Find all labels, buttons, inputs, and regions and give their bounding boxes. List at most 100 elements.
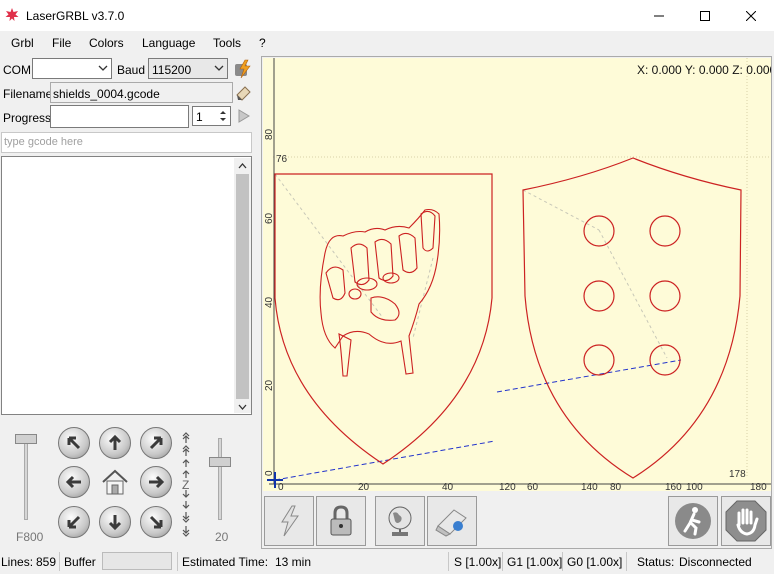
estimated-time-label: Estimated Time: [182, 555, 269, 569]
y-tick-0: 0 [264, 470, 275, 476]
open-file-icon[interactable] [235, 84, 253, 102]
laser-fire-button[interactable] [264, 496, 314, 546]
x-tick-160: 160 [665, 482, 682, 491]
jog-sw-button[interactable] [58, 506, 90, 538]
buffer-label: Buffer [64, 555, 96, 569]
arrow-up-right-icon [149, 436, 163, 450]
unlock-button[interactable] [316, 496, 366, 546]
right-annotation: 178 [729, 469, 746, 480]
minimize-button[interactable] [636, 0, 682, 31]
status-label: Status: [637, 555, 675, 569]
menu-help[interactable]: ? [259, 36, 266, 50]
arrow-right-icon [149, 475, 165, 489]
x-tick-180: 180 [750, 482, 767, 491]
run-icon[interactable] [236, 108, 252, 124]
estimated-time-value: 13 min [275, 555, 312, 569]
g0-override[interactable]: G0 [1.00x] [567, 555, 622, 569]
progress-bar [50, 105, 189, 128]
rapid-moves [274, 359, 682, 481]
jog-se-button[interactable] [140, 506, 172, 538]
arrow-down-icon [108, 515, 122, 531]
arrow-down-right-icon [149, 515, 163, 529]
stop-button[interactable] [721, 496, 771, 546]
home-button[interactable] [99, 466, 131, 498]
gcode-preview[interactable]: 0 20 40 60 80 100 120 140 160 180 0 20 4… [263, 58, 774, 493]
arrow-down-left-icon [67, 515, 81, 529]
progress-label: Progress [3, 111, 52, 125]
close-icon [746, 10, 756, 21]
buffer-bar [102, 552, 172, 570]
y-tick-40: 40 [264, 296, 275, 308]
close-button[interactable] [728, 0, 774, 31]
x-tick-100: 100 [686, 482, 703, 491]
x-tick-40: 40 [442, 482, 454, 491]
scroll-thumb[interactable] [236, 174, 249, 399]
feed-slider-track[interactable] [24, 438, 28, 520]
preview-svg: 0 20 40 60 80 100 120 140 160 180 0 20 4… [264, 58, 774, 493]
step-slider-thumb[interactable] [209, 457, 231, 467]
scroll-up-icon[interactable] [236, 160, 249, 173]
padlock-icon [330, 505, 352, 536]
scroll-down-icon[interactable] [236, 400, 249, 413]
menu-file[interactable]: File [52, 36, 71, 50]
eraser-icon [435, 509, 467, 537]
menu-tools[interactable]: Tools [213, 36, 241, 50]
jog-w-button[interactable] [58, 466, 90, 498]
minimize-icon [654, 15, 664, 16]
command-input[interactable]: type gcode here [1, 132, 252, 153]
y-tick-20: 20 [264, 379, 275, 391]
shield-holes [583, 215, 681, 376]
maximize-button[interactable] [682, 0, 728, 31]
erase-button[interactable] [427, 496, 477, 546]
walk-button[interactable] [668, 496, 718, 546]
s-override[interactable]: S [1.00x] [454, 555, 501, 569]
feed-slider-thumb[interactable] [15, 434, 37, 444]
jog-ne-button[interactable] [140, 427, 172, 459]
g1-override[interactable]: G1 [1.00x] [507, 555, 562, 569]
jog-nw-button[interactable] [58, 427, 90, 459]
globe-icon [388, 506, 412, 536]
com-label: COM [3, 63, 31, 77]
lines-value: 859 [36, 555, 57, 569]
lines-label: Lines: [1, 555, 34, 569]
jog-n-button[interactable] [99, 427, 131, 459]
x-tick-140: 140 [581, 482, 598, 491]
arrow-up-left-icon [67, 436, 81, 450]
copies-stepper[interactable]: 1 [192, 106, 231, 126]
app-leaf-icon [5, 8, 19, 21]
menu-bar: Grbl File Colors Language Tools ? [0, 31, 774, 55]
window-title: LaserGRBL v3.7.0 [26, 9, 125, 23]
z-down-arrows-icon[interactable] [180, 490, 192, 538]
center-button[interactable] [375, 496, 425, 546]
jog-e-button[interactable] [140, 466, 172, 498]
menu-language[interactable]: Language [142, 36, 195, 50]
menu-grbl[interactable]: Grbl [11, 36, 34, 50]
console-log[interactable] [1, 156, 252, 415]
y-tick-80: 80 [264, 128, 275, 140]
menu-colors[interactable]: Colors [89, 36, 124, 50]
baud-select[interactable]: 115200 [148, 58, 228, 79]
feed-label: F800 [16, 530, 44, 544]
shield-right [522, 157, 742, 479]
status-value: Disconnected [679, 555, 752, 569]
y-tick-60: 60 [264, 212, 275, 224]
fist-engraving [319, 208, 441, 377]
title-bar: LaserGRBL v3.7.0 [0, 0, 774, 31]
x-tick-20: 20 [358, 482, 370, 491]
spin-arrows-icon[interactable] [217, 108, 229, 124]
jog-s-button[interactable] [99, 506, 131, 538]
chevron-down-icon [98, 65, 108, 71]
stop-hand-icon [725, 500, 767, 542]
top-annotation: 76 [276, 154, 288, 165]
maximize-icon [700, 10, 710, 21]
connect-icon[interactable] [233, 59, 253, 79]
step-slider-track[interactable] [218, 438, 222, 520]
arrow-left-icon [65, 475, 81, 489]
x-tick-120: 120 [499, 482, 516, 491]
com-select[interactable] [32, 58, 112, 79]
z-up-arrows-icon[interactable] [180, 430, 192, 478]
home-icon [102, 469, 128, 495]
status-bar: Lines: 859 Buffer Estimated Time: 13 min… [0, 549, 774, 574]
x-tick-80: 80 [610, 482, 622, 491]
lightning-icon [281, 505, 299, 537]
